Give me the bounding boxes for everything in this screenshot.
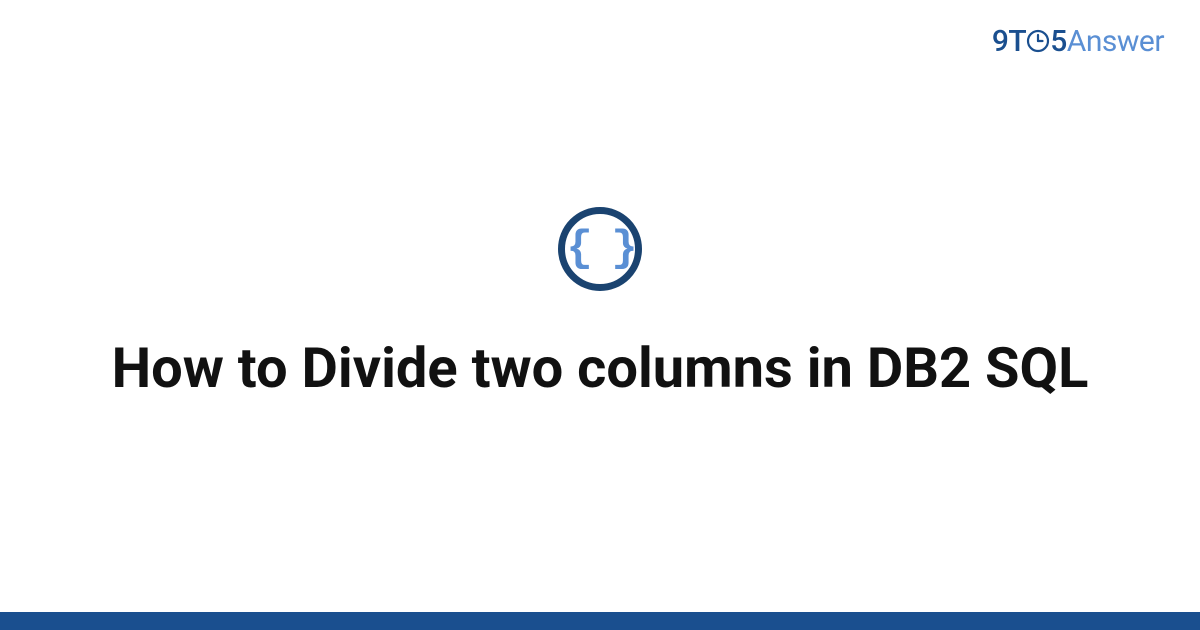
braces-glyph: { } [566,227,633,271]
main-content: { } How to Divide two columns in DB2 SQL [0,0,1200,630]
footer-accent-bar [0,612,1200,630]
page-title: How to Divide two columns in DB2 SQL [112,335,1089,402]
code-braces-icon: { } [558,207,642,291]
